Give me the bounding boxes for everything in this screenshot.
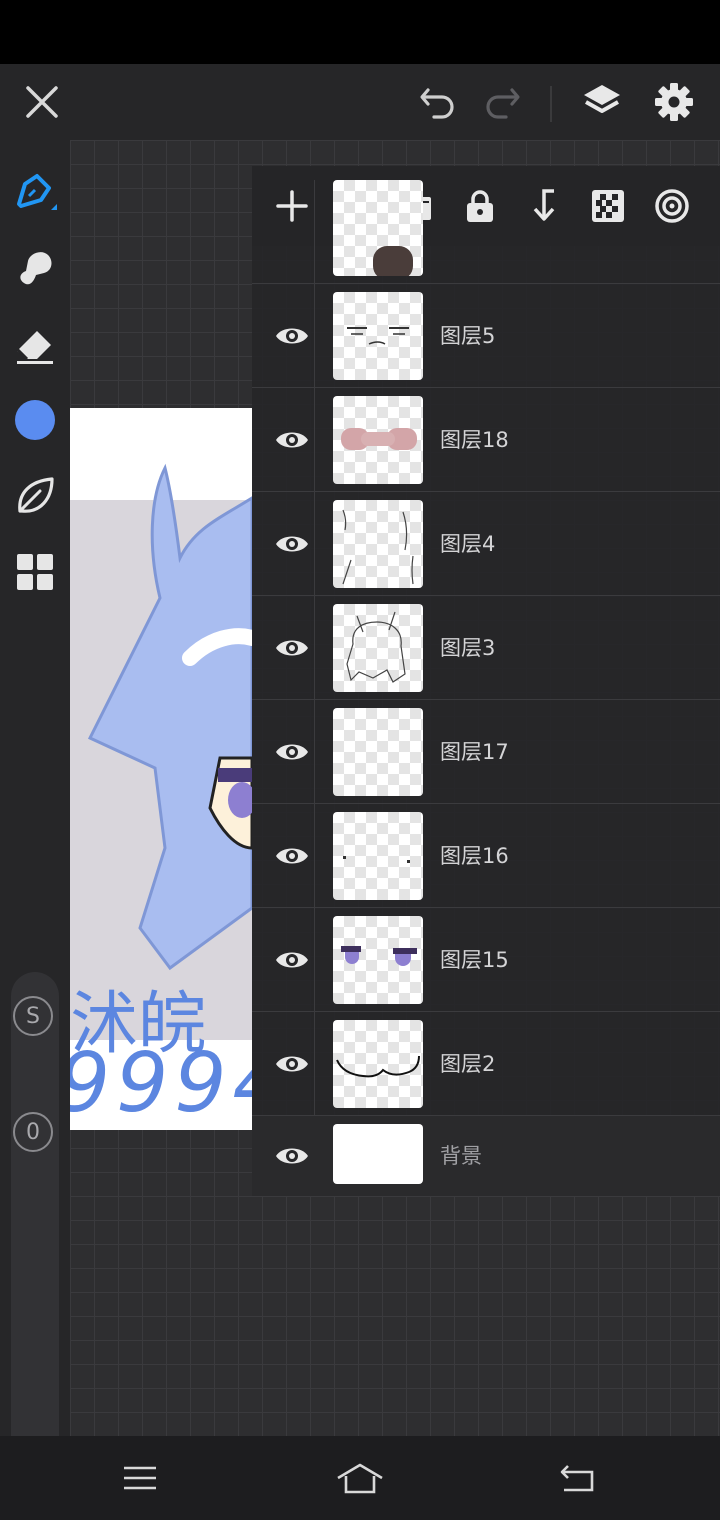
layer-row[interactable]: 图层4 <box>252 492 720 596</box>
menu-icon[interactable] <box>80 1436 200 1520</box>
layer-row-background[interactable]: 背景 <box>252 1116 720 1196</box>
layer-thumbnail <box>333 708 423 796</box>
layer-row[interactable]: 图层18 <box>252 388 720 492</box>
eye-icon[interactable] <box>262 1012 322 1116</box>
eraser-icon[interactable] <box>0 312 70 376</box>
layer-thumbnail <box>333 500 423 588</box>
eye-icon[interactable] <box>262 596 322 700</box>
layer-thumbnail <box>333 604 423 692</box>
system-nav-bar <box>0 1436 720 1520</box>
grid-icon[interactable] <box>0 540 70 604</box>
eye-icon[interactable] <box>262 700 322 804</box>
brush-size-label[interactable]: S <box>13 996 53 1036</box>
home-icon[interactable] <box>300 1436 420 1520</box>
layer-name: 图层15 <box>440 948 509 972</box>
layer-panel: 图层5 图层18 图层4 图层3 图层17 图层16 图层15 图层2 背景 <box>252 166 720 1196</box>
close-icon[interactable] <box>14 64 70 140</box>
eye-icon[interactable] <box>262 492 322 596</box>
redo-icon[interactable] <box>474 64 530 140</box>
status-bar <box>0 0 720 64</box>
layer-name: 图层18 <box>440 428 509 452</box>
color-swatch[interactable] <box>0 388 70 452</box>
layer-row[interactable]: 图层5 <box>252 284 720 388</box>
settings-icon[interactable] <box>646 64 702 140</box>
layers-icon[interactable] <box>574 64 630 140</box>
pen-icon[interactable] <box>0 160 70 224</box>
layer-name: 图层16 <box>440 844 509 868</box>
brush-slider[interactable] <box>11 972 59 1480</box>
eye-icon[interactable] <box>262 388 322 492</box>
layer-name: 图层5 <box>440 324 496 348</box>
top-toolbar <box>0 64 720 140</box>
layer-row[interactable]: 图层2 <box>252 1012 720 1116</box>
layer-row[interactable]: 图层3 <box>252 596 720 700</box>
eye-icon[interactable] <box>262 1116 322 1196</box>
smudge-icon[interactable] <box>0 236 70 300</box>
artwork-text-line2: 99946 <box>70 1036 252 1130</box>
layer-row[interactable]: 图层16 <box>252 804 720 908</box>
eye-icon[interactable] <box>262 908 322 1012</box>
layer-name: 图层17 <box>440 740 509 764</box>
layer-row[interactable]: 图层15 <box>252 908 720 1012</box>
layer-thumbnail <box>333 916 423 1004</box>
layer-thumbnail <box>333 1020 423 1108</box>
layer-row-partial[interactable] <box>252 180 720 284</box>
undo-icon[interactable] <box>410 64 466 140</box>
eye-icon[interactable] <box>262 284 322 388</box>
artwork-canvas[interactable]: 沭皖 99946 <box>70 408 252 1130</box>
eye-icon[interactable] <box>262 804 322 908</box>
back-icon[interactable] <box>518 1436 638 1520</box>
layer-name: 图层2 <box>440 1052 496 1076</box>
layer-name: 图层4 <box>440 532 496 556</box>
layer-row[interactable]: 图层17 <box>252 700 720 804</box>
tool-sidebar: S 0 <box>0 140 70 1480</box>
layer-thumbnail <box>333 396 423 484</box>
layer-thumbnail <box>333 292 423 380</box>
layer-thumbnail <box>333 812 423 900</box>
brush-opacity-label[interactable]: 0 <box>13 1112 53 1152</box>
layer-thumbnail <box>333 1124 423 1184</box>
layer-thumbnail <box>333 180 423 276</box>
layer-name: 图层3 <box>440 636 496 660</box>
toolbar-divider <box>550 86 552 122</box>
leaf-icon[interactable] <box>0 464 70 528</box>
layer-name: 背景 <box>440 1144 482 1168</box>
